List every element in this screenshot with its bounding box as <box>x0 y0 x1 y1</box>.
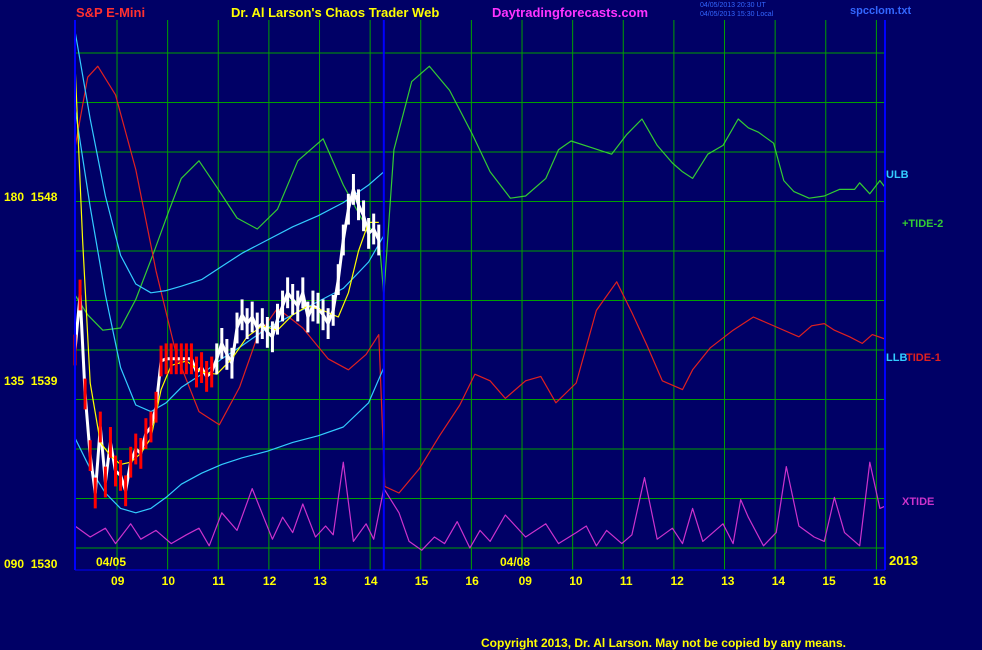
x-tick-label: 16 <box>465 574 479 588</box>
date-label-left: 04/05 <box>96 555 127 569</box>
file-label: spcclom.txt <box>850 5 912 17</box>
x-tick-label: 13 <box>313 574 327 588</box>
x-tick-label: 15 <box>822 574 836 588</box>
x-tick-label: 14 <box>364 574 378 588</box>
copyright: Copyright 2013, Dr. Al Larson. May not b… <box>481 636 846 650</box>
year-label: 2013 <box>889 553 918 568</box>
x-tick-label: 12 <box>262 574 277 588</box>
y-tick-label: 090 1530 <box>4 557 58 571</box>
series-label-xtide: XTIDE <box>902 496 935 508</box>
instrument-label: S&P E-Mini <box>76 5 146 20</box>
x-tick-label: 13 <box>721 574 735 588</box>
x-tick-label: 15 <box>414 574 429 588</box>
x-tick-label: 10 <box>569 574 583 588</box>
site-link[interactable]: Daytradingforecasts.com <box>492 5 648 20</box>
x-tick-label: 16 <box>872 574 887 588</box>
chart <box>0 0 982 650</box>
x-tick-label: 11 <box>619 574 633 588</box>
x-tick-label: 09 <box>111 574 125 588</box>
plot-background <box>0 0 982 650</box>
page-title: Dr. Al Larson's Chaos Trader Web <box>231 5 440 20</box>
x-tick-label: 10 <box>161 574 176 588</box>
y-tick-label: 135 1539 <box>4 374 58 388</box>
x-tick-label: 14 <box>771 574 786 588</box>
x-tick-label: 11 <box>212 574 225 588</box>
x-tick-label: 09 <box>518 574 532 588</box>
y-tick-label: 180 1548 <box>4 190 58 204</box>
timestamp-ut: 04/05/2013 20:30 UT <box>700 2 766 9</box>
series-label-tide2: +TIDE-2 <box>902 218 944 230</box>
date-label-right: 04/08 <box>500 555 531 569</box>
timestamp-local: 04/05/2013 15:30 Local <box>700 11 774 18</box>
x-tick-label: 12 <box>670 574 684 588</box>
series-label-tide1: TIDE-1 <box>906 352 941 364</box>
series-label-llb: LLB <box>886 352 908 364</box>
series-label-ulb: ULB <box>886 169 909 181</box>
